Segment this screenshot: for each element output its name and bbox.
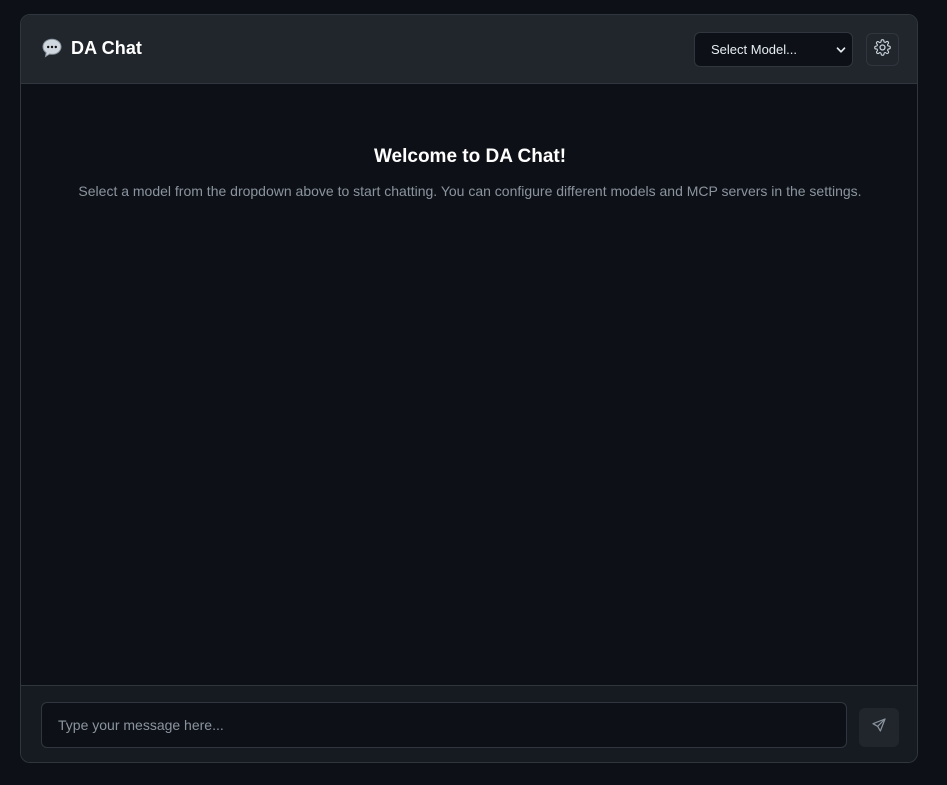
chat-window: DA Chat Select Model... Welcome to DA Ch… — [20, 14, 918, 763]
send-icon — [871, 717, 887, 738]
model-select-value: Select Model... — [711, 42, 797, 57]
message-input[interactable] — [41, 702, 847, 748]
send-button[interactable] — [859, 708, 899, 747]
speech-bubble-icon — [41, 37, 63, 59]
welcome-message: Welcome to DA Chat! Select a model from … — [61, 144, 879, 203]
gear-icon — [874, 38, 891, 61]
app-title: DA Chat — [71, 37, 143, 58]
settings-button[interactable] — [866, 33, 899, 66]
chat-messages-area: Welcome to DA Chat! Select a model from … — [21, 84, 917, 686]
chat-header: DA Chat Select Model... — [21, 15, 917, 84]
model-select[interactable]: Select Model... — [694, 32, 853, 67]
brand: DA Chat — [41, 37, 142, 59]
message-composer — [21, 685, 917, 762]
chevron-down-icon — [835, 44, 847, 56]
welcome-description: Select a model from the dropdown above t… — [78, 183, 862, 199]
welcome-title: Welcome to DA Chat! — [373, 146, 567, 167]
